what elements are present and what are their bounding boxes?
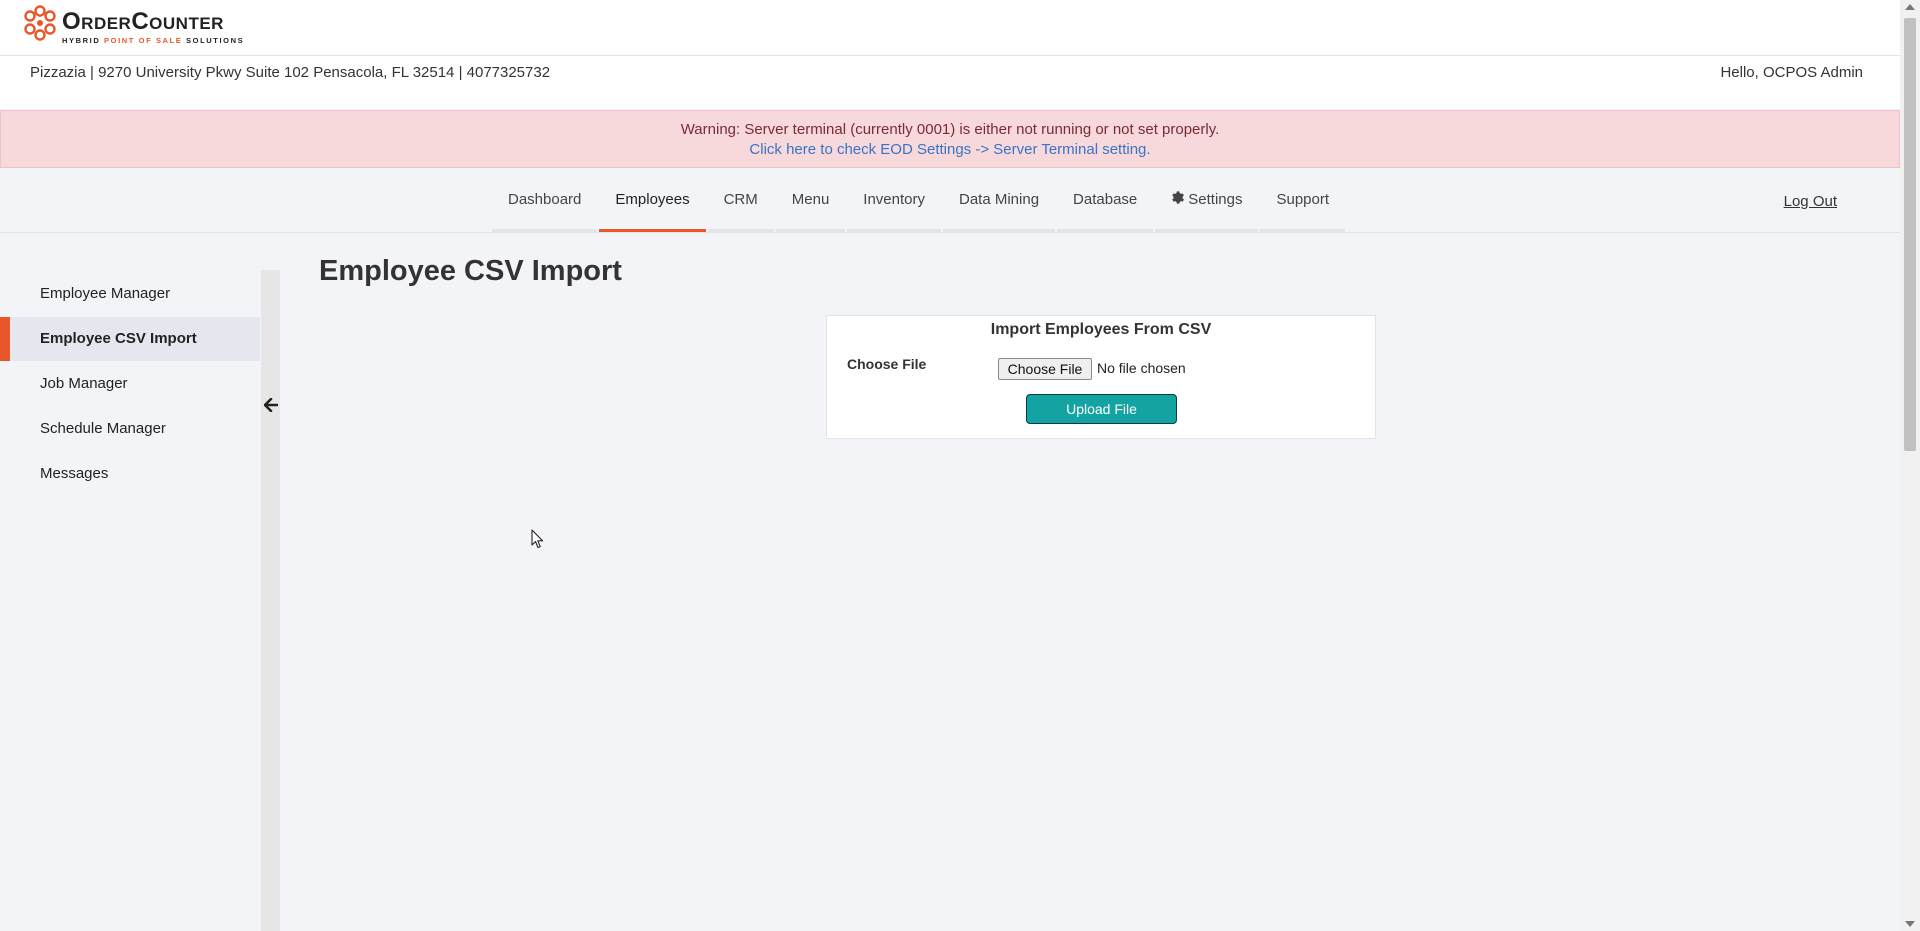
scroll-down-arrow-icon[interactable] <box>1905 921 1915 927</box>
nav-settings[interactable]: Settings <box>1155 169 1259 232</box>
logo-mark-icon <box>24 5 56 41</box>
nav-label: CRM <box>723 190 758 208</box>
nav-menu[interactable]: Menu <box>775 169 846 232</box>
main-nav: Dashboard Employees CRM Menu Inventory D… <box>0 169 1900 233</box>
alert-message: Warning: Server terminal (currently 0001… <box>680 121 1220 138</box>
user-greeting: Hello, OCPOS Admin <box>1720 64 1863 81</box>
nav-label: Employees <box>615 190 690 208</box>
store-info-bar: Pizzazia | 9270 University Pkwy Suite 10… <box>0 56 1900 109</box>
nav-data-mining[interactable]: Data Mining <box>943 169 1056 232</box>
nav-label: Support <box>1276 190 1330 208</box>
mouse-pointer-icon <box>531 529 545 549</box>
nav-label: Inventory <box>863 190 925 208</box>
sidebar-item-job-manager[interactable]: Job Manager <box>0 362 260 406</box>
logo-wordmark: OrderCounter <box>62 8 224 35</box>
upload-file-button[interactable]: Upload File <box>1026 394 1177 424</box>
sidebar-item-schedule-manager[interactable]: Schedule Manager <box>0 407 260 451</box>
nav-support[interactable]: Support <box>1260 169 1346 232</box>
scroll-thumb[interactable] <box>1904 18 1916 451</box>
choose-file-label: Choose File <box>847 356 927 372</box>
nav-label: Dashboard <box>508 190 582 208</box>
sidebar-item-messages[interactable]: Messages <box>0 452 260 496</box>
card-title: Import Employees From CSV <box>990 321 1212 338</box>
sidebar-item-employee-manager[interactable]: Employee Manager <box>0 272 260 316</box>
logo-tagline: HYBRID POINT OF SALE SOLUTIONS <box>62 36 245 45</box>
choose-file-button[interactable]: Choose File <box>998 358 1092 380</box>
nav-label: Database <box>1073 190 1138 208</box>
logout-link[interactable]: Log Out <box>1784 193 1837 210</box>
nav-label: Data Mining <box>959 190 1040 208</box>
import-card: Import Employees From CSV Choose File Ch… <box>826 315 1376 439</box>
page-scrollbar[interactable] <box>1900 0 1920 931</box>
server-warning-alert: Warning: Server terminal (currently 0001… <box>0 110 1900 168</box>
arrow-left-icon[interactable] <box>263 397 279 413</box>
store-info: Pizzazia | 9270 University Pkwy Suite 10… <box>30 64 551 81</box>
sidebar: Employee Manager Employee CSV Import Job… <box>0 270 260 931</box>
ordercounter-logo[interactable]: OrderCounter HYBRID POINT OF SALE SOLUTI… <box>22 4 243 48</box>
gear-icon <box>1171 190 1185 208</box>
nav-label: Settings <box>1188 190 1243 208</box>
scroll-up-arrow-icon[interactable] <box>1905 4 1915 10</box>
nav-inventory[interactable]: Inventory <box>847 169 941 232</box>
nav-database[interactable]: Database <box>1057 169 1154 232</box>
sidebar-item-employee-csv-import[interactable]: Employee CSV Import <box>0 317 260 361</box>
nav-crm[interactable]: CRM <box>707 169 774 232</box>
sidebar-collapse-strip <box>261 270 280 931</box>
nav-employees[interactable]: Employees <box>599 169 706 232</box>
page-title: Employee CSV Import <box>319 255 622 287</box>
file-status: No file chosen <box>1097 360 1186 376</box>
nav-dashboard[interactable]: Dashboard <box>492 169 598 232</box>
eod-settings-link[interactable]: Click here to check EOD Settings -> Serv… <box>1 141 1899 158</box>
top-header: OrderCounter HYBRID POINT OF SALE SOLUTI… <box>0 0 1900 56</box>
nav-label: Menu <box>791 190 830 208</box>
